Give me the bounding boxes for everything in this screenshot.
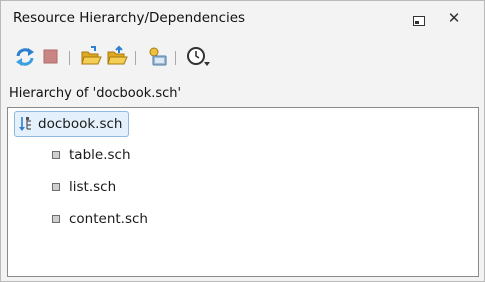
hierarchy-tree[interactable]: docbook.sch table.sch list.sch content.s…: [7, 107, 479, 277]
toolbar-separator: [135, 51, 136, 65]
tree-child-label: list.sch: [69, 179, 117, 195]
panel-title-bar: Resource Hierarchy/Dependencies ✕: [1, 1, 484, 37]
close-icon[interactable]: ✕: [445, 9, 463, 27]
panel-title: Resource Hierarchy/Dependencies: [13, 10, 246, 26]
tree-child-node[interactable]: list.sch: [52, 176, 116, 198]
hierarchy-icon: [19, 117, 31, 131]
tree-root-label: docbook.sch: [38, 116, 123, 132]
file-icon: [52, 183, 60, 191]
tree-child-label: table.sch: [69, 147, 131, 163]
tree-child-label: content.sch: [69, 211, 148, 227]
hierarchy-label: Hierarchy of 'docbook.sch': [9, 86, 182, 101]
configure-icon[interactable]: [145, 45, 169, 69]
minimize-icon[interactable]: [413, 15, 425, 26]
toolbar-separator: [69, 51, 70, 65]
history-dropdown-icon[interactable]: [185, 45, 215, 69]
file-icon: [52, 215, 60, 223]
resource-hierarchy-panel: Resource Hierarchy/Dependencies ✕ Hierar…: [0, 0, 485, 282]
toolbar: [1, 45, 484, 73]
tree-child-node[interactable]: content.sch: [52, 208, 148, 230]
tree-child-node[interactable]: table.sch: [52, 144, 131, 166]
open-folder-icon[interactable]: [79, 45, 103, 69]
toolbar-separator: [175, 51, 176, 65]
folder-up-icon[interactable]: [105, 45, 129, 69]
refresh-icon[interactable]: [13, 45, 37, 69]
stop-icon[interactable]: [39, 45, 63, 69]
file-icon: [52, 151, 60, 159]
tree-root-node[interactable]: docbook.sch: [14, 111, 130, 137]
